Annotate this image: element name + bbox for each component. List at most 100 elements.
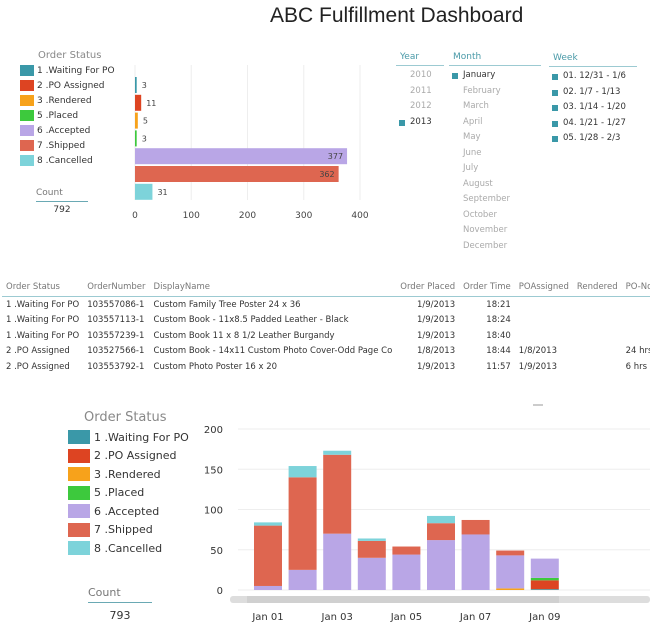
cell-po-now <box>622 297 650 313</box>
table-row[interactable]: 2 .PO Assigned 103527566-1 Custom Book - 1… <box>2 344 650 360</box>
legend-label: 2 .PO Assigned <box>94 449 177 463</box>
cell-order-status: 2 .PO Assigned <box>6 346 70 357</box>
table-row[interactable]: 1 .Waiting For PO 103557113-1 Custom Book … <box>2 313 650 329</box>
legend-item-7-shipped[interactable]: 7 .Shipped <box>68 521 189 540</box>
cell-order-status: 1 .Waiting For PO <box>6 299 80 310</box>
cell-ordernumber: 103557239-1 <box>87 330 145 341</box>
table-row[interactable]: 1 .Waiting For PO 103557239-1 Custom Book … <box>2 328 650 344</box>
cell-po-now <box>622 313 650 329</box>
month-slicer-item[interactable]: June <box>449 146 541 162</box>
week-slicer-item[interactable]: 05. 1/28 - 2/3 <box>549 131 637 147</box>
year-slicer-item[interactable]: 2011 <box>396 84 444 100</box>
year-slicer-item[interactable]: 2013 <box>396 115 444 131</box>
column-header-po-now[interactable]: PO-Now <box>621 278 650 297</box>
cell-order-status: 1 .Waiting For PO <box>6 315 80 326</box>
column-header-order-status[interactable]: Order Status <box>2 278 84 297</box>
bar-segment-6-accepted <box>427 540 455 590</box>
legend-item-7-shipped[interactable]: 7 .Shipped <box>20 138 115 153</box>
legend-item-2-po-assigned[interactable]: 2 .PO Assigned <box>68 447 189 466</box>
legend-label: 3 .Rendered <box>37 95 92 106</box>
cell-ordernumber: 103553792-1 <box>87 361 145 372</box>
data-label: 362 <box>319 170 334 179</box>
column-header-rendered[interactable]: Rendered <box>572 278 622 297</box>
legend-swatch-icon <box>20 65 34 76</box>
legend-label: 7 .Shipped <box>37 140 86 151</box>
year-slicer: Year 2010 2011 2012 2013 <box>396 52 444 130</box>
month-slicer-item[interactable]: November <box>449 223 541 239</box>
bar-segment-3-rendered <box>496 588 525 590</box>
week-slicer-item[interactable]: 01. 12/31 - 1/6 <box>549 69 637 85</box>
legend-item-3-rendered[interactable]: 3 .Rendered <box>20 93 115 108</box>
x-tick-label: 400 <box>351 211 368 221</box>
month-slicer-item[interactable]: September <box>449 192 541 208</box>
legend-title: Order Status <box>84 410 167 425</box>
bar-segment-6-accepted <box>357 557 386 590</box>
month-slicer-item[interactable]: July <box>449 161 541 177</box>
page-title: ABC Fulfillment Dashboard <box>270 4 524 27</box>
cell-po-now <box>622 328 650 344</box>
cell-order-time: 11:57 <box>486 361 511 372</box>
cell-displayname: Custom Book - 11x8.5 Padded Leather - Bl… <box>153 315 349 326</box>
x-tick-label: 200 <box>239 211 256 221</box>
column-header-poassigned[interactable]: POAssigned <box>514 278 573 297</box>
year-slicer-header: Year <box>396 52 444 66</box>
cell-rendered <box>573 313 622 329</box>
top-legend: Order Status 1 .Waiting For PO 2 .PO Assi… <box>20 50 115 168</box>
cell-displayname: Custom Family Tree Poster 24 x 36 <box>153 299 301 310</box>
legend-item-8-cancelled[interactable]: 8 .Cancelled <box>68 539 189 558</box>
cell-order-placed: 1/9/2013 <box>416 330 456 341</box>
month-slicer-item[interactable]: February <box>449 84 541 100</box>
month-slicer: Month January February March April May June Jul… <box>449 52 541 254</box>
cell-order-status: 1 .Waiting For PO <box>6 330 80 341</box>
table-row[interactable]: 1 .Waiting For PO 103557086-1 Custom Famil… <box>2 297 650 313</box>
legend-item-5-placed[interactable]: 5 .Placed <box>20 108 115 123</box>
bar-segment-7-shipped <box>288 477 317 570</box>
week-slicer-item[interactable]: 03. 1/14 - 1/20 <box>549 100 637 116</box>
legend-label: 5 .Placed <box>94 486 145 500</box>
data-label: 377 <box>328 152 343 161</box>
year-slicer-item[interactable]: 2010 <box>396 68 444 84</box>
orders-table: Order Status OrderNumber DisplayName Order … <box>2 278 650 375</box>
week-slicer-item[interactable]: 02. 1/7 - 1/13 <box>549 85 637 101</box>
legend-item-6-accepted[interactable]: 6 .Accepted <box>20 123 115 138</box>
month-slicer-item[interactable]: December <box>449 239 541 255</box>
cell-displayname: Custom Photo Poster 16 x 20 <box>153 361 278 372</box>
y-tick-label: 50 <box>210 546 223 557</box>
legend-item-3-rendered[interactable]: 3 .Rendered <box>68 465 189 484</box>
month-slicer-item[interactable]: August <box>449 177 541 193</box>
week-slicer-header: Week <box>549 53 637 67</box>
legend-label: 6 .Accepted <box>94 504 160 518</box>
month-slicer-item[interactable]: January <box>449 68 541 84</box>
count-value: 793 <box>109 609 131 622</box>
scrollbar-thumb[interactable] <box>247 596 559 603</box>
month-slicer-item[interactable]: May <box>449 130 541 146</box>
month-slicer-item[interactable]: March <box>449 99 541 115</box>
bar-6-accepted <box>135 148 348 165</box>
month-slicer-item[interactable]: October <box>449 208 541 224</box>
year-slicer-item[interactable]: 2012 <box>396 99 444 115</box>
legend-item-2-po-assigned[interactable]: 2 .PO Assigned <box>20 78 115 93</box>
legend-title: Order Status <box>38 50 102 61</box>
cell-ordernumber: 103557113-1 <box>87 315 145 326</box>
x-tick-label: Jan 01 <box>251 612 283 623</box>
bar-segment-8-cancelled <box>357 538 386 541</box>
cell-rendered <box>573 359 622 375</box>
x-tick-label: Jan 05 <box>390 612 422 623</box>
column-header-ordernumber[interactable]: OrderNumber <box>83 278 150 297</box>
legend-item-5-placed[interactable]: 5 .Placed <box>68 484 189 503</box>
column-header-order-time[interactable]: Order Time <box>459 278 515 297</box>
legend-item-1-waiting-for-po[interactable]: 1 .Waiting For PO <box>68 428 189 447</box>
column-header-displayname[interactable]: DisplayName <box>149 278 397 297</box>
month-slicer-item[interactable]: April <box>449 115 541 131</box>
legend-item-1-waiting-for-po[interactable]: 1 .Waiting For PO <box>20 63 115 78</box>
bar-segment-7-shipped <box>461 519 490 535</box>
legend-item-8-cancelled[interactable]: 8 .Cancelled <box>20 153 115 168</box>
legend-item-6-accepted[interactable]: 6 .Accepted <box>68 502 189 521</box>
week-slicer-item[interactable]: 04. 1/21 - 1/27 <box>549 116 637 132</box>
table-row[interactable]: 2 .PO Assigned 103553792-1 Custom Photo Po… <box>2 359 650 375</box>
cell-order-placed: 1/9/2013 <box>416 299 456 310</box>
legend-swatch-icon <box>20 95 34 106</box>
legend-swatch-icon <box>20 155 34 166</box>
column-header-order-placed[interactable]: Order Placed <box>396 278 460 297</box>
daily-stacked-chart: 0 50 100 150 200 Jan 01 Jan 03 Jan 05 Jan 07 Jan … <box>204 404 650 623</box>
